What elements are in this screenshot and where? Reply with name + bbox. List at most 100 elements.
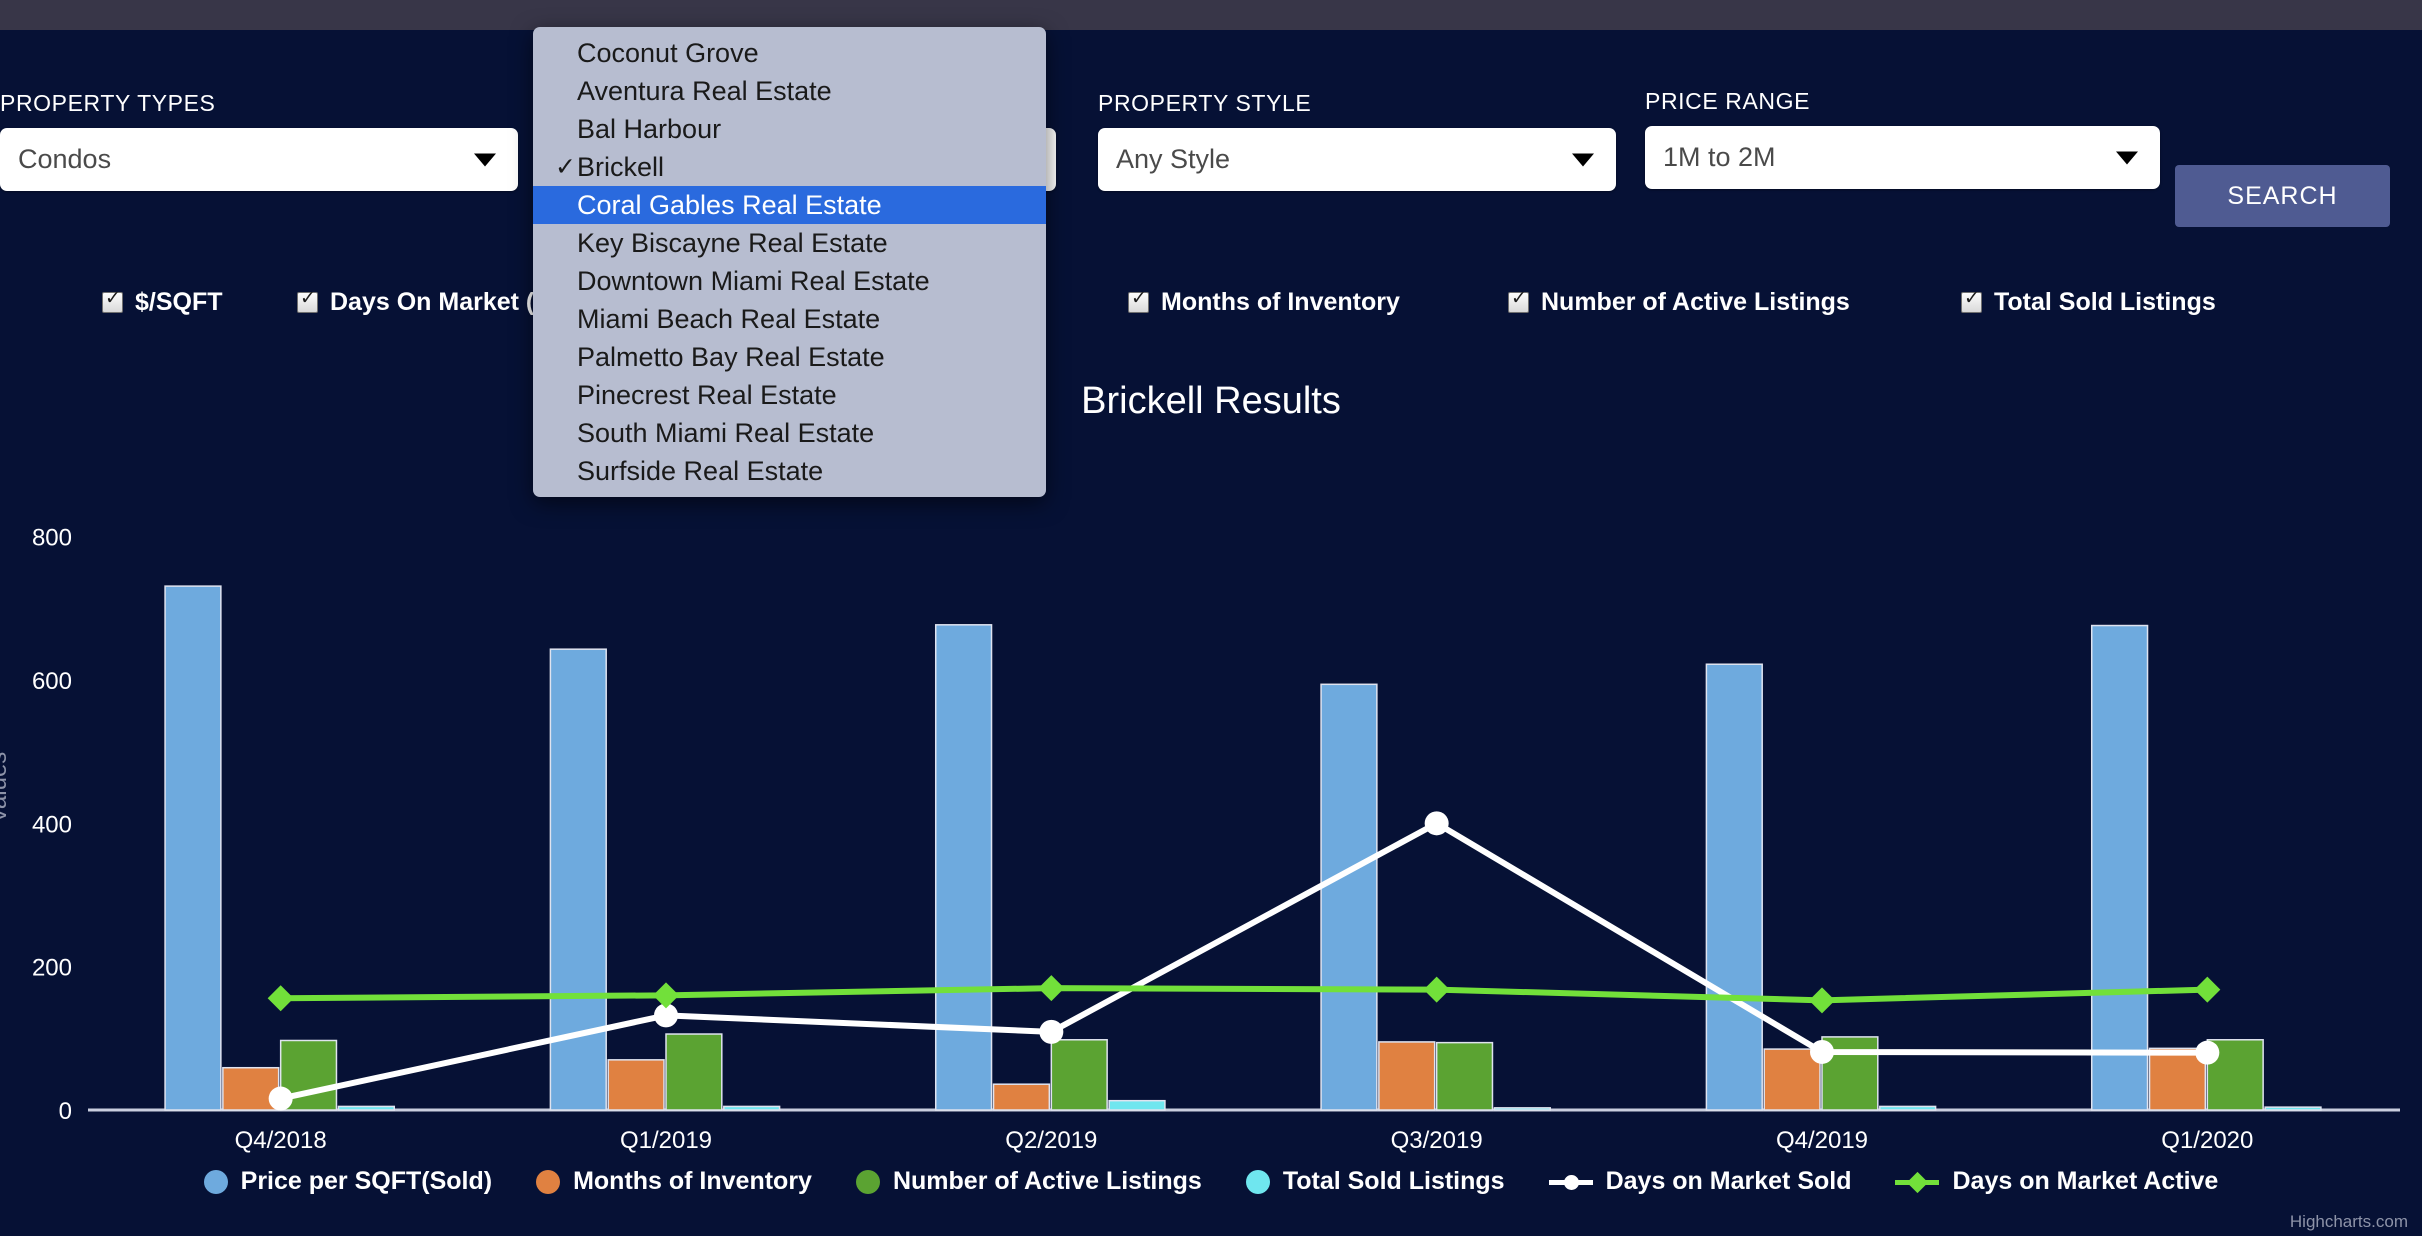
dropdown-item[interactable]: Pinecrest Real Estate [533, 376, 1046, 414]
bar[interactable] [607, 1059, 665, 1111]
dropdown-item[interactable]: Miami Beach Real Estate [533, 300, 1046, 338]
checkbox-icon[interactable] [297, 288, 318, 313]
x-axis-tick: Q1/2019 [620, 1127, 712, 1154]
chart-canvas: 0 200 400 600 800 Values Q4/2018 Q1/2019 Q2/2019… [0, 525, 2400, 1154]
bar[interactable] [164, 585, 222, 1111]
legend-item[interactable]: Number of Active Listings [855, 1167, 1202, 1196]
browser-topbar [0, 0, 2422, 30]
checkbox-label: Number of Active Listings [1541, 288, 1850, 316]
legend-item[interactable]: Total Sold Listings [1245, 1167, 1505, 1196]
highcharts-credit: Highcharts.com [2289, 1212, 2408, 1231]
metric-toggle-row: $/SQFT Days On Market (Sold) Days On Mar… [0, 288, 2422, 330]
bar[interactable] [1320, 683, 1378, 1111]
x-axis-tick: Q4/2019 [1776, 1127, 1868, 1154]
line-marker[interactable] [1424, 811, 1449, 836]
dropdown-item-label: Palmetto Bay Real Estate [577, 341, 885, 372]
bar[interactable] [1879, 1105, 1937, 1111]
legend-label: Months of Inventory [573, 1167, 812, 1195]
line-marker[interactable] [1809, 987, 1835, 1014]
neighborhood-dropdown-menu[interactable]: Coconut Grove Aventura Real Estate Bal Har… [533, 27, 1046, 497]
line-marker[interactable] [1810, 1039, 1834, 1064]
results-chart: Brickell Results 0 200 400 600 800 Values Q4/2… [0, 360, 2422, 1236]
legend-line-icon [1895, 1170, 1940, 1194]
checkbox-total-sold-listings[interactable]: Total Sold Listings [1961, 288, 2216, 317]
price-range-select[interactable]: 1M to 2M [1645, 126, 2160, 189]
legend-line-icon [1548, 1170, 1593, 1194]
property-types-select[interactable]: Condos [0, 128, 518, 191]
checkbox-label: Total Sold Listings [1994, 288, 2216, 316]
dropdown-item-label: Brickell [577, 151, 665, 182]
search-button[interactable]: SEARCH [2175, 165, 2390, 227]
dropdown-item[interactable]: Downtown Miami Real Estate [533, 262, 1046, 300]
dropdown-item[interactable]: Surfside Real Estate [533, 452, 1046, 490]
dropdown-item[interactable]: Key Biscayne Real Estate [533, 224, 1046, 262]
checkbox-icon[interactable] [1961, 288, 1982, 313]
bar[interactable] [992, 1083, 1051, 1111]
bar[interactable] [1493, 1107, 1552, 1111]
dropdown-item-label: Aventura Real Estate [577, 75, 832, 106]
filter-label-property-style: PROPERTY STYLE [1098, 90, 1312, 116]
bar[interactable] [2264, 1106, 2322, 1111]
bar[interactable] [723, 1105, 781, 1111]
line-marker[interactable] [1038, 975, 1065, 1002]
line-marker[interactable] [267, 985, 294, 1012]
bar[interactable] [1435, 1041, 1494, 1111]
y-axis-tick: 400 [32, 811, 72, 838]
chevron-down-icon [1572, 153, 1594, 166]
legend-label: Total Sold Listings [1282, 1167, 1505, 1195]
chevron-down-icon [474, 153, 496, 166]
bar[interactable] [2090, 624, 2149, 1111]
dropdown-item[interactable]: Coral Gables Real Estate [533, 186, 1046, 224]
legend-label: Price per SQFT(Sold) [240, 1167, 493, 1195]
bar[interactable] [1378, 1041, 1436, 1111]
checkbox-sqft[interactable]: $/SQFT [102, 288, 223, 317]
checkbox-icon[interactable] [1128, 288, 1149, 313]
dropdown-item-label: Surfside Real Estate [577, 455, 824, 486]
checkbox-icon[interactable] [102, 288, 123, 313]
dropdown-item[interactable]: Bal Harbour [533, 110, 1046, 148]
line-marker[interactable] [1039, 1019, 1064, 1044]
chevron-down-icon [2116, 151, 2138, 164]
bar[interactable] [665, 1033, 723, 1111]
checkbox-icon[interactable] [1508, 288, 1529, 313]
legend-item[interactable]: Days on Market Sold [1548, 1167, 1851, 1196]
property-types-value: Condos [18, 144, 112, 174]
checkbox-label: Months of Inventory [1161, 288, 1400, 316]
bar[interactable] [934, 624, 993, 1111]
dropdown-item-label: Coconut Grove [577, 37, 759, 68]
dropdown-item[interactable]: Aventura Real Estate [533, 72, 1046, 110]
dropdown-item[interactable]: South Miami Real Estate [533, 414, 1046, 452]
y-axis-tick: 0 [59, 1098, 72, 1125]
legend-item[interactable]: Days on Market Active [1895, 1167, 2218, 1196]
bar[interactable] [337, 1105, 396, 1111]
legend-dot-icon [855, 1169, 880, 1194]
line-marker[interactable] [1423, 976, 1450, 1003]
x-axis-tick: Q1/2020 [2161, 1127, 2253, 1154]
price-range-value: 1M to 2M [1663, 142, 1776, 172]
legend-item[interactable]: Price per SQFT(Sold) [203, 1167, 493, 1196]
dropdown-item[interactable]: Palmetto Bay Real Estate [533, 338, 1046, 376]
bar[interactable] [1763, 1048, 1821, 1111]
checkbox-number-of-active-listings[interactable]: Number of Active Listings [1508, 288, 1850, 317]
line-marker[interactable] [268, 1086, 293, 1111]
x-axis-tick: Q3/2019 [1391, 1127, 1483, 1154]
legend-item[interactable]: Months of Inventory [536, 1167, 812, 1196]
legend-dot-icon [536, 1169, 561, 1194]
bar[interactable] [1108, 1099, 1166, 1111]
checkbox-label: $/SQFT [135, 288, 223, 316]
line-marker[interactable] [2195, 1040, 2220, 1065]
bar-series [164, 585, 2149, 1111]
bar[interactable] [1050, 1039, 1108, 1111]
dropdown-item-label: Downtown Miami Real Estate [577, 265, 930, 296]
bar[interactable] [1705, 663, 1763, 1111]
property-style-select[interactable]: Any Style [1098, 128, 1616, 191]
line-marker[interactable] [2194, 976, 2221, 1003]
checkbox-months-of-inventory[interactable]: Months of Inventory [1128, 288, 1400, 317]
filter-property-types: PROPERTY TYPES Condos [0, 90, 518, 191]
filter-label-price-range: PRICE RANGE [1645, 88, 1811, 114]
dropdown-item[interactable]: Coconut Grove [533, 34, 1046, 72]
check-icon: ✓ [555, 153, 576, 181]
line-marker[interactable] [653, 982, 679, 1009]
dropdown-item[interactable]: ✓ Brickell [533, 148, 1046, 186]
y-axis-tick: 800 [32, 525, 72, 552]
